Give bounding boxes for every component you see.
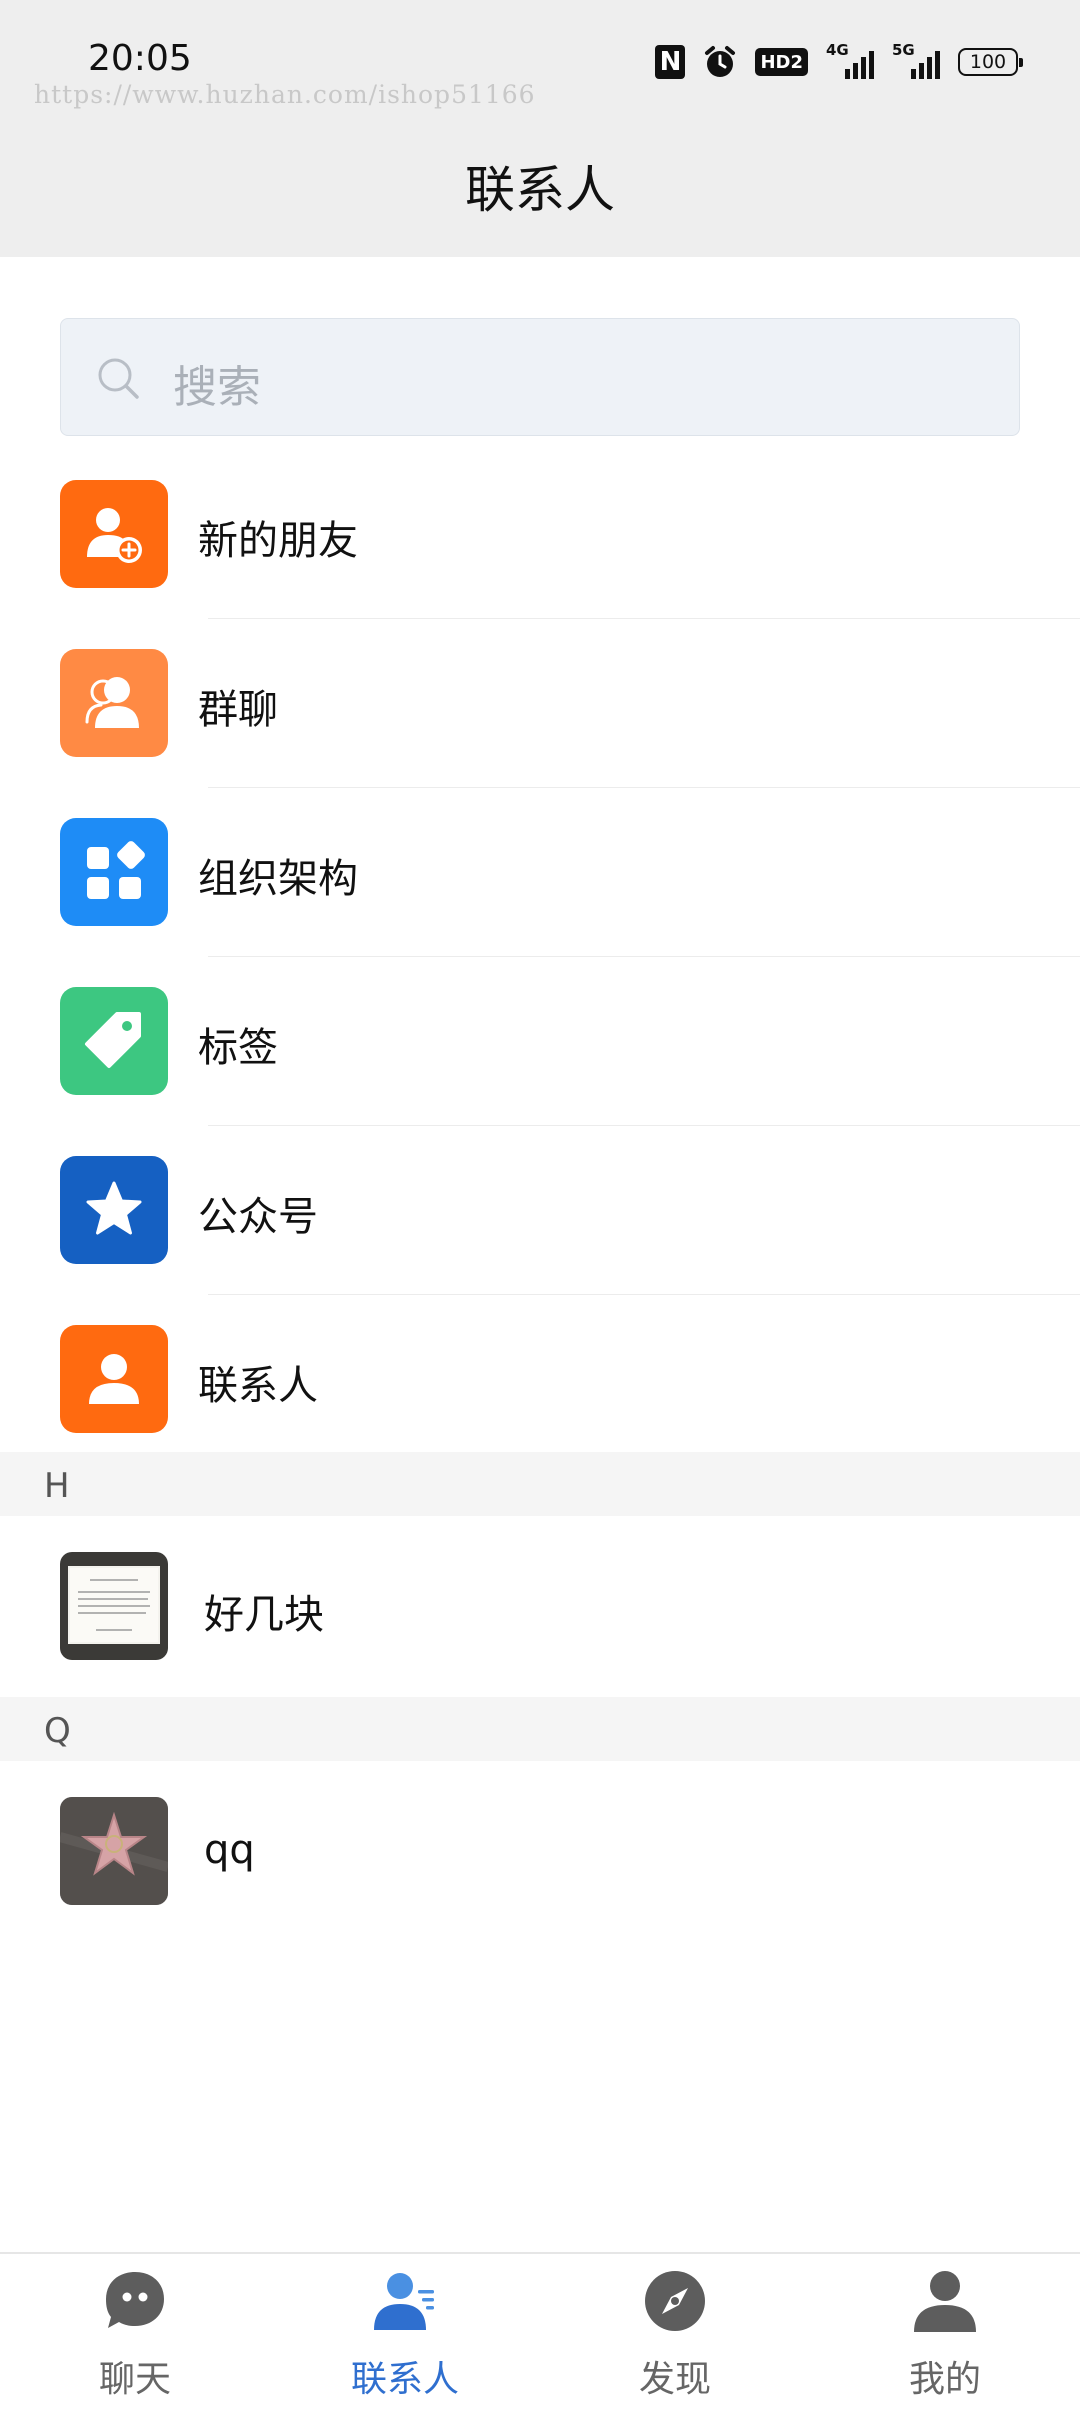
menu-item-new-friends[interactable]: 新的朋友 (0, 450, 1080, 619)
search-icon (98, 358, 139, 399)
tab-me[interactable]: 我的 (810, 2254, 1080, 2412)
search-input[interactable]: 搜索 (60, 318, 1020, 436)
status-icons: N HD2 4G 5G 100 (655, 41, 1023, 80)
section-letter: H (44, 1466, 70, 1506)
contact-name: qq (204, 1827, 255, 1873)
watermark-url: https://www.huzhan.com/ishop51166 (34, 80, 536, 109)
tab-contacts[interactable]: 联系人 (270, 2254, 540, 2412)
add-friend-icon (60, 480, 168, 588)
menu-item-label: 新的朋友 (198, 518, 358, 564)
page-title: 联系人 (465, 161, 615, 219)
tab-label: 聊天 (98, 2359, 171, 2400)
menu-item-group-chat[interactable]: 群聊 (0, 619, 1080, 788)
star-icon (60, 1156, 168, 1264)
tag-icon (60, 987, 168, 1095)
tab-label: 我的 (908, 2359, 981, 2400)
alarm-icon (703, 45, 737, 79)
signal-5g-icon: 5G (892, 41, 940, 79)
menu-item-organization[interactable]: 组织架构 (0, 788, 1080, 957)
battery-icon: 100 (958, 48, 1023, 76)
contact-avatar (60, 1552, 168, 1660)
menu-item-label: 群聊 (198, 687, 278, 733)
section-header-h: H (0, 1452, 1080, 1516)
menu-item-tags[interactable]: 标签 (0, 957, 1080, 1126)
bottom-tab-bar: 聊天 联系人 发现 我的 (0, 2252, 1080, 2412)
top-bar: 20:05 https://www.huzhan.com/ishop51166 … (0, 0, 1080, 257)
tab-chat[interactable]: 聊天 (0, 2254, 270, 2412)
section-letter: Q (44, 1711, 71, 1751)
menu-item-label: 组织架构 (198, 856, 358, 902)
contact-row[interactable]: 好几块 (0, 1516, 1080, 1696)
chat-icon (106, 2272, 164, 2328)
contacts-icon (374, 2273, 434, 2330)
search-placeholder: 搜索 (173, 362, 261, 413)
person-icon (60, 1325, 168, 1433)
tab-label: 发现 (638, 2359, 711, 2400)
group-chat-icon (60, 649, 168, 757)
hd-voice-icon: HD2 (755, 48, 808, 76)
section-header-q: Q (0, 1697, 1080, 1761)
menu-item-label: 标签 (198, 1025, 278, 1071)
compass-icon (645, 2271, 705, 2331)
menu-item-label: 联系人 (198, 1363, 318, 1409)
contact-row[interactable]: qq (0, 1761, 1080, 1941)
organization-icon (60, 818, 168, 926)
menu-item-official-accounts[interactable]: 公众号 (0, 1126, 1080, 1295)
status-time: 20:05 (88, 38, 192, 79)
contact-avatar (60, 1797, 168, 1905)
menu-item-contacts[interactable]: 联系人 (0, 1295, 1080, 1464)
signal-4g-icon: 4G (826, 41, 874, 79)
profile-icon (914, 2271, 976, 2332)
contact-name: 好几块 (204, 1592, 324, 1638)
nfc-icon: N (655, 45, 686, 79)
tab-label: 联系人 (350, 2359, 459, 2400)
menu-item-label: 公众号 (198, 1194, 318, 1240)
tab-discover[interactable]: 发现 (540, 2254, 810, 2412)
